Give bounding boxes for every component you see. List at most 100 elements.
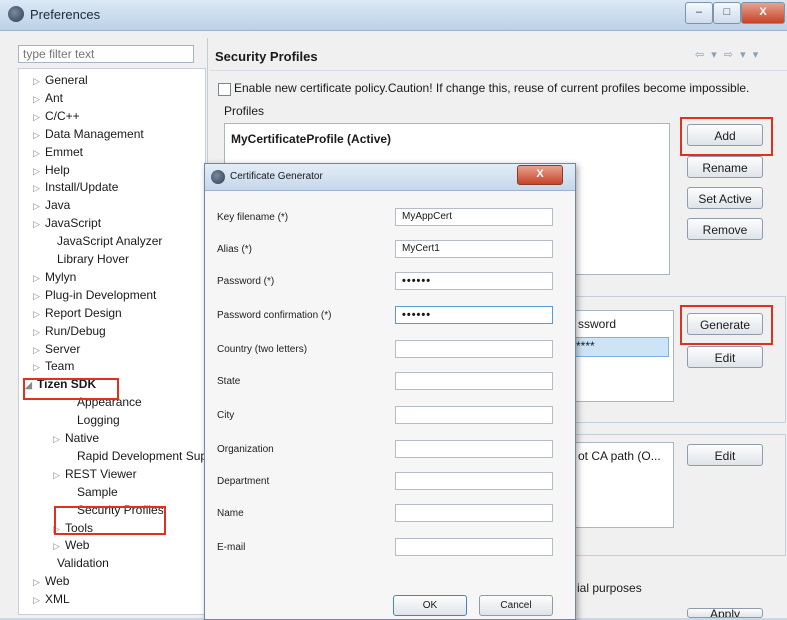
tree-item[interactable]: ▷ Mylyn <box>33 269 76 286</box>
expand-arrow-icon[interactable]: ▷ <box>33 359 45 376</box>
expand-arrow-icon[interactable]: ▷ <box>33 91 45 108</box>
field-label: Department <box>217 476 270 487</box>
tree-item[interactable]: ▷ Install/Update <box>33 179 118 196</box>
field-input[interactable] <box>395 406 553 424</box>
dialog-title: Certificate Generator <box>230 171 323 182</box>
certificate-generator-dialog: Certificate Generator X Key filename (*)… <box>204 163 576 620</box>
tree-item-label: Ant <box>45 90 64 105</box>
tree-item-label: Install/Update <box>45 180 119 195</box>
field-label: City <box>217 410 235 421</box>
tree-item[interactable]: JavaScript Analyzer <box>45 233 162 250</box>
tree-item-label: JavaScript Analyzer <box>57 234 163 249</box>
remove-button[interactable]: Remove <box>687 218 763 240</box>
edit-author-button[interactable]: Edit <box>687 346 763 368</box>
history-nav-icon[interactable]: ⇦ ▾ ⇨ ▾ ▾ <box>695 48 760 61</box>
field-input[interactable]: •••••• <box>395 272 553 290</box>
field-input[interactable] <box>395 538 553 556</box>
set-active-button[interactable]: Set Active <box>687 187 763 209</box>
expand-arrow-icon[interactable]: ▷ <box>33 180 45 197</box>
tree-item-label: Java <box>45 198 71 213</box>
field-input[interactable] <box>395 440 553 458</box>
field-input[interactable] <box>395 472 553 490</box>
expand-arrow-icon[interactable]: ▷ <box>33 342 45 359</box>
table-cell: **** <box>576 339 595 353</box>
tree-item[interactable]: ▷ Ant <box>33 90 63 107</box>
field-input[interactable]: MyCert1 <box>395 240 553 258</box>
field-input[interactable] <box>395 340 553 358</box>
tree-item-label: Sample <box>77 484 118 499</box>
tree-item[interactable]: Rapid Development Sup <box>65 448 205 465</box>
field-input[interactable] <box>395 372 553 390</box>
tree-item[interactable]: Logging <box>65 412 120 429</box>
tree-item[interactable]: ▷ REST Viewer <box>53 466 137 483</box>
tree-item-label: Emmet <box>45 144 84 159</box>
tree-item[interactable]: ▷ Web <box>33 573 69 590</box>
maximize-button[interactable]: □ <box>713 2 741 24</box>
field-label: Alias (*) <box>217 244 253 255</box>
table-column-header: ot CA path (O... <box>578 449 661 463</box>
page-title: Security Profiles <box>215 49 318 64</box>
expand-arrow-icon[interactable]: ▷ <box>33 109 45 126</box>
tree-item[interactable]: ▷ Data Management <box>33 126 144 143</box>
field-input[interactable]: •••••• <box>395 306 553 324</box>
expand-arrow-icon[interactable]: ▷ <box>33 324 45 341</box>
tree-item[interactable]: ▷ Team <box>33 358 74 375</box>
close-button[interactable]: X <box>741 2 785 24</box>
expand-arrow-icon[interactable]: ▷ <box>53 467 65 484</box>
apply-button[interactable]: Apply <box>687 608 763 618</box>
tree-item[interactable]: ▷ Run/Debug <box>33 323 106 340</box>
tree-item[interactable]: Sample <box>65 484 118 501</box>
cancel-button[interactable]: Cancel <box>479 595 553 616</box>
tree-item[interactable]: ▷ Emmet <box>33 144 83 161</box>
tree-item-label: Team <box>45 359 75 374</box>
expand-arrow-icon[interactable]: ▷ <box>33 127 45 144</box>
window-titlebar: Preferences – □ X <box>0 0 787 31</box>
tree-item[interactable]: Library Hover <box>45 251 129 268</box>
expand-arrow-icon[interactable]: ▷ <box>53 538 65 555</box>
expand-arrow-icon[interactable]: ▷ <box>33 288 45 305</box>
ok-button[interactable]: OK <box>393 595 467 616</box>
tree-item[interactable]: ▷ Report Design <box>33 305 122 322</box>
expand-arrow-icon[interactable]: ▷ <box>33 198 45 215</box>
tree-item[interactable]: ▷ JavaScript <box>33 215 101 232</box>
author-certificate-table[interactable]: ssword **** <box>560 310 674 402</box>
expand-arrow-icon[interactable]: ▷ <box>33 163 45 180</box>
expand-arrow-icon[interactable]: ▷ <box>33 306 45 323</box>
expand-arrow-icon[interactable]: ▷ <box>53 431 65 448</box>
tree-item[interactable]: ▷ XML <box>33 591 70 608</box>
tree-item-label: Library Hover <box>57 252 130 266</box>
tree-item[interactable]: ▷ Native <box>53 430 99 447</box>
tree-item[interactable]: ▷ General <box>33 72 88 89</box>
policy-checkbox[interactable] <box>218 83 231 96</box>
minimize-button[interactable]: – <box>685 2 713 24</box>
tree-item-label: Data Management <box>45 126 144 141</box>
expand-arrow-icon[interactable]: ▷ <box>33 574 45 591</box>
field-input[interactable]: MyAppCert <box>395 208 553 226</box>
tree-item[interactable]: ▷ Help <box>33 162 70 179</box>
tree-item[interactable]: ▷ C/C++ <box>33 108 80 125</box>
filter-input[interactable] <box>18 45 194 63</box>
expand-arrow-icon[interactable]: ▷ <box>33 216 45 233</box>
rename-button[interactable]: Rename <box>687 156 763 178</box>
dialog-close-button[interactable]: X <box>517 165 563 185</box>
expand-arrow-icon[interactable]: ▷ <box>33 145 45 162</box>
tree-item-label: Mylyn <box>45 269 77 284</box>
tree-item-label: C/C++ <box>45 108 80 123</box>
tree-item-label: Run/Debug <box>45 323 106 338</box>
edit-distributor-button[interactable]: Edit <box>687 444 763 466</box>
table-row[interactable]: **** <box>573 337 669 357</box>
tree-item[interactable]: ▷ Web <box>53 537 89 554</box>
expand-arrow-icon[interactable]: ▷ <box>33 270 45 287</box>
generate-highlight <box>680 305 773 345</box>
tree-item[interactable]: ▷ Plug-in Development <box>33 287 156 304</box>
tree-item[interactable]: Validation <box>45 555 109 572</box>
field-input[interactable] <box>395 504 553 522</box>
expand-arrow-icon[interactable]: ▷ <box>33 73 45 90</box>
tree-item-label: JavaScript <box>45 216 102 231</box>
expand-arrow-icon[interactable]: ▷ <box>33 592 45 609</box>
distributor-certificate-table[interactable]: ot CA path (O... <box>560 442 674 528</box>
tree-item[interactable]: ▷ Java <box>33 197 70 214</box>
tree-item-label: Server <box>45 341 81 356</box>
tree-item[interactable]: ▷ Server <box>33 341 80 358</box>
list-item[interactable]: MyCertificateProfile (Active) <box>231 132 391 146</box>
